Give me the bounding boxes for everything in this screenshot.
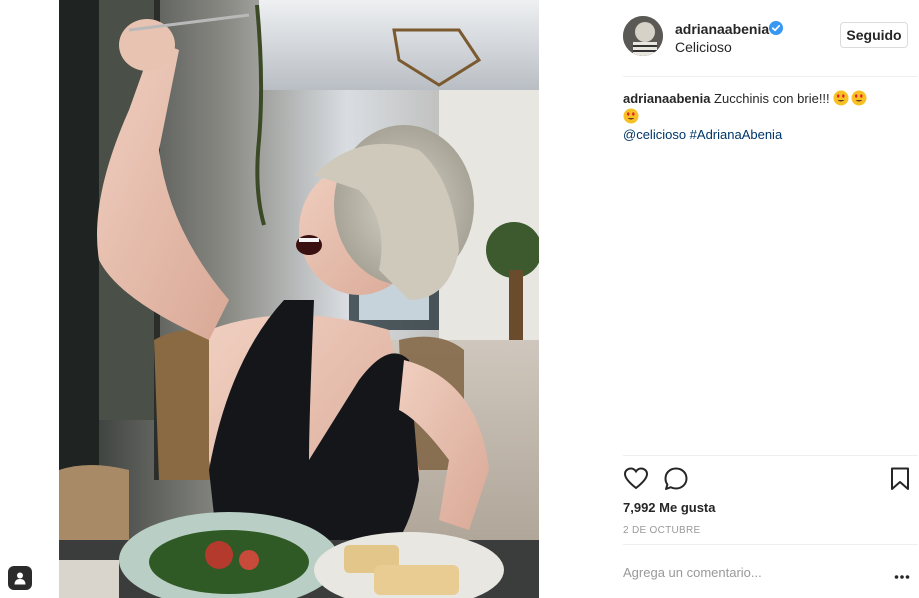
likes-count[interactable]: 7,992 Me gusta	[623, 500, 716, 515]
caption-mentions-link[interactable]: @celicioso #AdrianaAbenia	[623, 127, 782, 142]
post-image	[59, 0, 539, 598]
caption-text: Zucchinis con brie!!!	[710, 91, 830, 106]
verified-badge-icon	[769, 21, 783, 35]
user-tag-icon[interactable]	[8, 566, 32, 590]
post-sidebar: adrianaabenia Celicioso Seguido adrianaa…	[539, 0, 919, 598]
bookmark-icon[interactable]	[887, 466, 913, 492]
heart-eyes-emoji-icon	[833, 90, 849, 106]
post-photo[interactable]	[59, 0, 539, 598]
username-link[interactable]: adrianaabenia	[675, 21, 769, 37]
ellipsis-icon[interactable]	[894, 568, 910, 579]
speech-bubble-icon[interactable]	[663, 466, 689, 492]
avatar-image	[623, 16, 663, 56]
post-actions	[623, 466, 913, 492]
heart-eyes-emoji-icon	[851, 90, 867, 106]
location-link[interactable]: Celicioso	[675, 39, 732, 55]
post-header: adrianaabenia Celicioso Seguido	[623, 16, 909, 60]
comment-divider	[623, 544, 918, 545]
avatar[interactable]	[623, 16, 663, 56]
following-button[interactable]: Seguido	[840, 22, 908, 48]
header-divider	[623, 76, 918, 77]
left-gutter	[0, 0, 59, 598]
actions-divider	[623, 455, 918, 456]
heart-eyes-emoji-icon	[623, 108, 639, 124]
comment-input[interactable]	[623, 563, 863, 581]
post-date[interactable]: 2 DE OCTUBRE	[623, 525, 701, 536]
caption-username[interactable]: adrianaabenia	[623, 91, 710, 106]
heart-outline-icon[interactable]	[623, 466, 649, 492]
post-caption: adrianaabenia Zucchinis con brie!!! @cel…	[623, 90, 909, 144]
